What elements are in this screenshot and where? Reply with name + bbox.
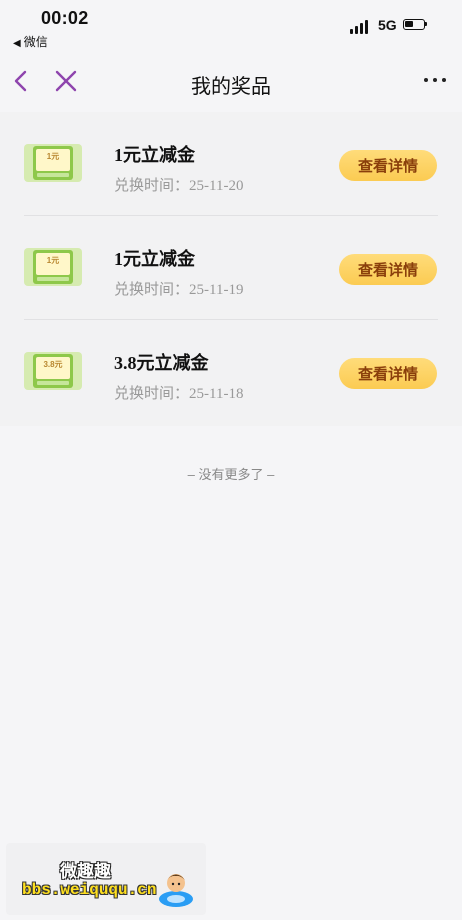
watermark-url: bbs.weiququ.cn — [22, 881, 157, 899]
redeem-date: 25-11-20 — [189, 178, 244, 194]
list-item: 3.8元 3.8元立减金 兑换时间：25-11-18 查看详情 — [0, 320, 462, 424]
redeem-time: 兑换时间：25-11-20 — [114, 174, 243, 195]
redeem-date: 25-11-18 — [189, 386, 244, 402]
list-item: 1元 1元立减金 兑换时间：25-11-19 查看详情 — [0, 216, 462, 320]
back-to-app-link[interactable]: ◀ 微信 — [13, 33, 48, 50]
redeem-date: 25-11-19 — [189, 282, 244, 298]
list-item: 1元 1元立减金 兑换时间：25-11-20 查看详情 — [0, 112, 462, 216]
mascot-icon — [156, 867, 196, 909]
view-details-button[interactable]: 查看详情 — [339, 358, 437, 389]
coupon-thumbnail: 3.8元 — [24, 352, 82, 390]
redeem-time-label: 兑换时间： — [114, 385, 190, 402]
watermark-title: 微趣趣 — [60, 862, 111, 881]
back-app-label: 微信 — [23, 35, 48, 49]
view-details-button[interactable]: 查看详情 — [339, 254, 437, 285]
signal-icon — [350, 20, 368, 34]
redeem-time-label: 兑换时间： — [114, 177, 190, 194]
coupon-thumbnail-label: 1元 — [36, 149, 70, 171]
no-more-text: – 没有更多了 – — [187, 467, 275, 482]
back-triangle-icon: ◀ — [13, 38, 21, 49]
redeem-time-label: 兑换时间： — [114, 281, 190, 298]
battery-icon — [403, 19, 427, 30]
coupon-thumbnail-label: 3.8元 — [36, 357, 70, 379]
view-details-button[interactable]: 查看详情 — [339, 150, 437, 181]
network-label: 5G — [378, 17, 397, 33]
prize-name: 1元立减金 — [114, 249, 195, 269]
watermark: 微趣趣 bbs.weiququ.cn — [6, 843, 206, 915]
status-time: 00:02 — [41, 8, 89, 28]
prize-name: 1元立减金 — [114, 145, 195, 165]
prize-list: 1元 1元立减金 兑换时间：25-11-20 查看详情 1元 1元立减金 兑换时… — [0, 112, 462, 426]
redeem-time: 兑换时间：25-11-18 — [114, 382, 243, 403]
redeem-time: 兑换时间：25-11-19 — [114, 278, 243, 299]
nav-bar: 我的奖品 — [0, 52, 462, 112]
coupon-thumbnail-label: 1元 — [36, 253, 70, 275]
more-dots-icon[interactable] — [424, 78, 446, 82]
coupon-thumbnail: 1元 — [24, 144, 82, 182]
prize-name: 3.8元立减金 — [114, 353, 209, 373]
status-bar: 00:02 ◀ 微信 5G — [0, 0, 462, 52]
page-title: 我的奖品 — [191, 76, 271, 98]
coupon-thumbnail: 1元 — [24, 248, 82, 286]
